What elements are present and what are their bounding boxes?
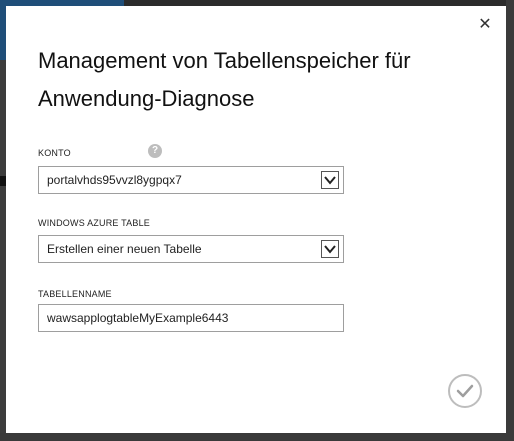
tablename-input[interactable] xyxy=(38,304,344,332)
table-label: WINDOWS AZURE TABLE xyxy=(38,218,150,228)
table-select-value: Erstellen einer neuen Tabelle xyxy=(47,242,202,256)
tablename-label: TABELLENNAME xyxy=(38,289,112,299)
modal-dialog: ✕ Management von Tabellenspeicher für An… xyxy=(6,6,506,433)
konto-select[interactable]: portalvhds95vvzl8ygpqx7 xyxy=(38,166,344,194)
konto-label: KONTO xyxy=(38,148,71,158)
background-portal-bottom xyxy=(0,433,514,441)
chevron-down-icon[interactable] xyxy=(321,171,339,189)
background-portal-right xyxy=(506,0,514,441)
chevron-down-icon[interactable] xyxy=(321,240,339,258)
checkmark-icon[interactable] xyxy=(448,374,482,408)
close-icon[interactable]: ✕ xyxy=(476,16,494,34)
question-mark-icon[interactable]: ? xyxy=(148,144,162,158)
table-select[interactable]: Erstellen einer neuen Tabelle xyxy=(38,235,344,263)
dialog-title: Management von Tabellenspeicher für Anwe… xyxy=(38,48,411,111)
konto-select-value: portalvhds95vvzl8ygpqx7 xyxy=(47,173,182,187)
